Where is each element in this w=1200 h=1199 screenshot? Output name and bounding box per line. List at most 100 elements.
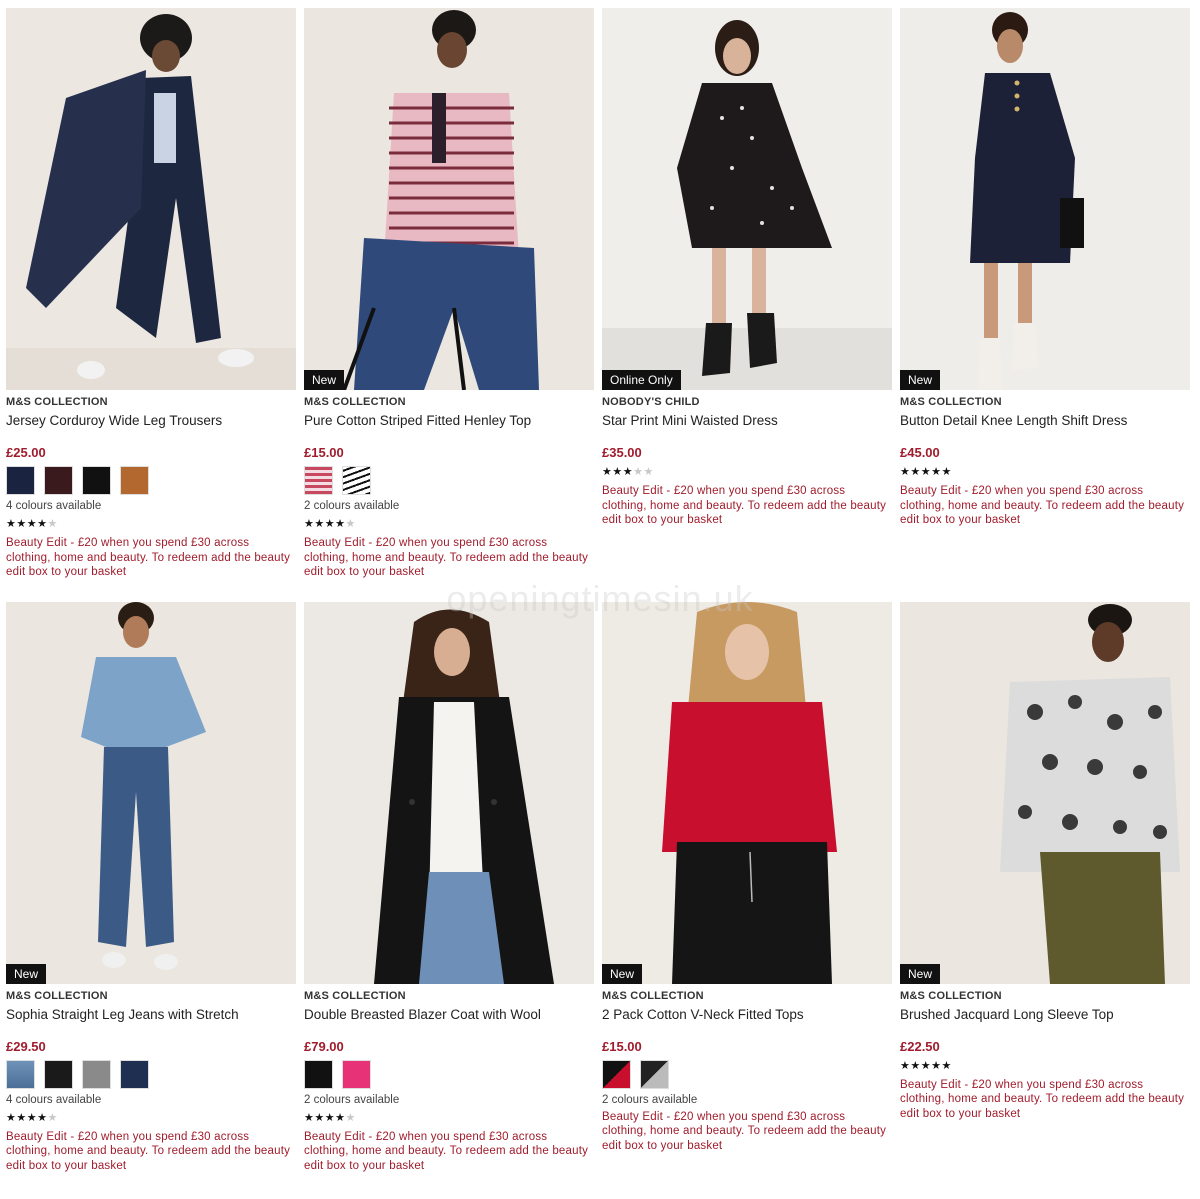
- colour-swatches: [602, 1059, 892, 1090]
- colour-swatch[interactable]: [120, 1059, 149, 1089]
- product-badge: New: [602, 963, 643, 984]
- product-title[interactable]: Button Detail Knee Length Shift Dress: [900, 413, 1190, 433]
- product-badge: New: [900, 370, 941, 390]
- product-brand: M&S COLLECTION: [6, 989, 108, 1002]
- product-card[interactable]: New M&S COLLECTION Brushed Jacquard Long…: [900, 601, 1190, 1174]
- product-image[interactable]: [304, 601, 594, 984]
- star-icon: ★: [6, 518, 17, 530]
- colours-available: 4 colours available: [6, 1093, 102, 1106]
- product-badge: New: [6, 963, 47, 984]
- star-icon: ★: [345, 1111, 356, 1124]
- star-icon: ★: [900, 466, 911, 478]
- product-card[interactable]: Online Only NOBODY'S CHILD Star Print Mi…: [602, 8, 892, 580]
- star-icon: ★: [920, 1059, 932, 1072]
- star-icon: ★: [643, 466, 654, 478]
- colour-swatch[interactable]: [82, 1059, 111, 1089]
- colour-swatch[interactable]: [342, 466, 371, 495]
- colour-swatch[interactable]: [82, 466, 111, 495]
- star-icon: ★: [304, 518, 315, 530]
- star-icon: ★: [931, 1059, 942, 1072]
- product-title[interactable]: 2 Pack Cotton V-Neck Fitted Tops: [602, 1007, 892, 1027]
- star-icon: ★: [6, 1111, 17, 1124]
- star-icon: ★: [910, 1059, 921, 1072]
- product-card[interactable]: New M&S COLLECTION Sophia Straight Leg J…: [6, 601, 296, 1174]
- star-icon: ★: [345, 518, 356, 530]
- product-image[interactable]: New: [900, 601, 1190, 984]
- product-brand: M&S COLLECTION: [304, 396, 406, 408]
- product-title[interactable]: Sophia Straight Leg Jeans with Stretch: [6, 1007, 296, 1027]
- colour-swatch[interactable]: [44, 466, 73, 495]
- star-icon: ★: [633, 466, 644, 478]
- star-rating: ★★★★★: [304, 1112, 594, 1126]
- star-icon: ★: [47, 518, 58, 530]
- star-icon: ★: [910, 466, 921, 478]
- colours-available: 2 colours available: [304, 500, 400, 512]
- product-price: £79.00: [304, 1038, 344, 1054]
- colour-swatch[interactable]: [304, 466, 333, 495]
- star-rating: ★★★★★: [6, 518, 296, 532]
- product-image[interactable]: New: [900, 8, 1190, 390]
- promo-text[interactable]: Beauty Edit - £20 when you spend £30 acr…: [900, 1078, 1190, 1122]
- product-brand: M&S COLLECTION: [304, 989, 406, 1002]
- colour-swatch[interactable]: [304, 1059, 333, 1089]
- colours-available: 2 colours available: [304, 1093, 400, 1106]
- product-title[interactable]: Star Print Mini Waisted Dress: [602, 413, 892, 433]
- product-price: £15.00: [602, 1038, 642, 1054]
- colour-swatch[interactable]: [6, 1059, 35, 1089]
- star-icon: ★: [900, 1059, 911, 1072]
- product-title[interactable]: Pure Cotton Striped Fitted Henley Top: [304, 413, 594, 433]
- star-icon: ★: [941, 466, 952, 478]
- product-card[interactable]: New M&S COLLECTION 2 Pack Cotton V-Neck …: [602, 601, 892, 1174]
- colour-swatches: [6, 1059, 296, 1090]
- star-icon: ★: [324, 518, 336, 530]
- promo-text[interactable]: Beauty Edit - £20 when you spend £30 acr…: [602, 484, 892, 528]
- product-image[interactable]: New: [304, 8, 594, 390]
- colour-swatch[interactable]: [120, 466, 149, 495]
- colour-swatch[interactable]: [602, 1059, 631, 1089]
- product-grid: M&S COLLECTION Jersey Corduroy Wide Leg …: [6, 8, 1196, 1173]
- star-rating: ★★★★★: [900, 1060, 1190, 1074]
- promo-text[interactable]: Beauty Edit - £20 when you spend £30 acr…: [304, 536, 594, 580]
- promo-text[interactable]: Beauty Edit - £20 when you spend £30 acr…: [6, 1130, 296, 1174]
- star-icon: ★: [622, 466, 634, 478]
- promo-text[interactable]: Beauty Edit - £20 when you spend £30 acr…: [304, 1130, 594, 1174]
- product-row: M&S COLLECTION Jersey Corduroy Wide Leg …: [6, 8, 1196, 580]
- star-rating: ★★★★★: [304, 518, 594, 532]
- product-price: £45.00: [900, 445, 940, 460]
- promo-text[interactable]: Beauty Edit - £20 when you spend £30 acr…: [6, 536, 296, 580]
- star-icon: ★: [612, 466, 623, 478]
- product-title[interactable]: Jersey Corduroy Wide Leg Trousers: [6, 413, 296, 433]
- colour-swatch[interactable]: [44, 1059, 73, 1089]
- promo-text[interactable]: Beauty Edit - £20 when you spend £30 acr…: [900, 484, 1190, 528]
- product-card[interactable]: M&S COLLECTION Double Breasted Blazer Co…: [304, 601, 594, 1174]
- product-image[interactable]: New: [6, 601, 296, 984]
- product-brand: M&S COLLECTION: [900, 396, 1002, 408]
- promo-text[interactable]: Beauty Edit - £20 when you spend £30 acr…: [602, 1110, 892, 1154]
- star-icon: ★: [47, 1111, 58, 1124]
- product-price: £15.00: [304, 445, 344, 460]
- colour-swatches: [304, 466, 594, 496]
- star-icon: ★: [335, 518, 346, 530]
- star-icon: ★: [304, 1111, 315, 1124]
- product-brand: M&S COLLECTION: [6, 396, 108, 408]
- product-price: £35.00: [602, 445, 642, 460]
- product-price: £22.50: [900, 1038, 940, 1054]
- product-brand: NOBODY'S CHILD: [602, 396, 700, 408]
- colour-swatch[interactable]: [342, 1059, 371, 1089]
- colour-swatch[interactable]: [6, 466, 35, 495]
- star-icon: ★: [920, 466, 932, 478]
- star-icon: ★: [314, 518, 325, 530]
- product-card[interactable]: M&S COLLECTION Jersey Corduroy Wide Leg …: [6, 8, 296, 580]
- product-image[interactable]: New: [602, 601, 892, 984]
- product-price: £25.00: [6, 445, 46, 460]
- product-card[interactable]: New M&S COLLECTION Pure Cotton Striped F…: [304, 8, 594, 580]
- product-price: £29.50: [6, 1038, 46, 1054]
- star-icon: ★: [314, 1111, 325, 1124]
- product-image[interactable]: [6, 8, 296, 390]
- star-icon: ★: [26, 1111, 38, 1124]
- colour-swatch[interactable]: [640, 1059, 669, 1089]
- product-title[interactable]: Brushed Jacquard Long Sleeve Top: [900, 1007, 1190, 1027]
- product-card[interactable]: New M&S COLLECTION Button Detail Knee Le…: [900, 8, 1190, 580]
- product-title[interactable]: Double Breasted Blazer Coat with Wool: [304, 1007, 594, 1027]
- product-image[interactable]: Online Only: [602, 8, 892, 390]
